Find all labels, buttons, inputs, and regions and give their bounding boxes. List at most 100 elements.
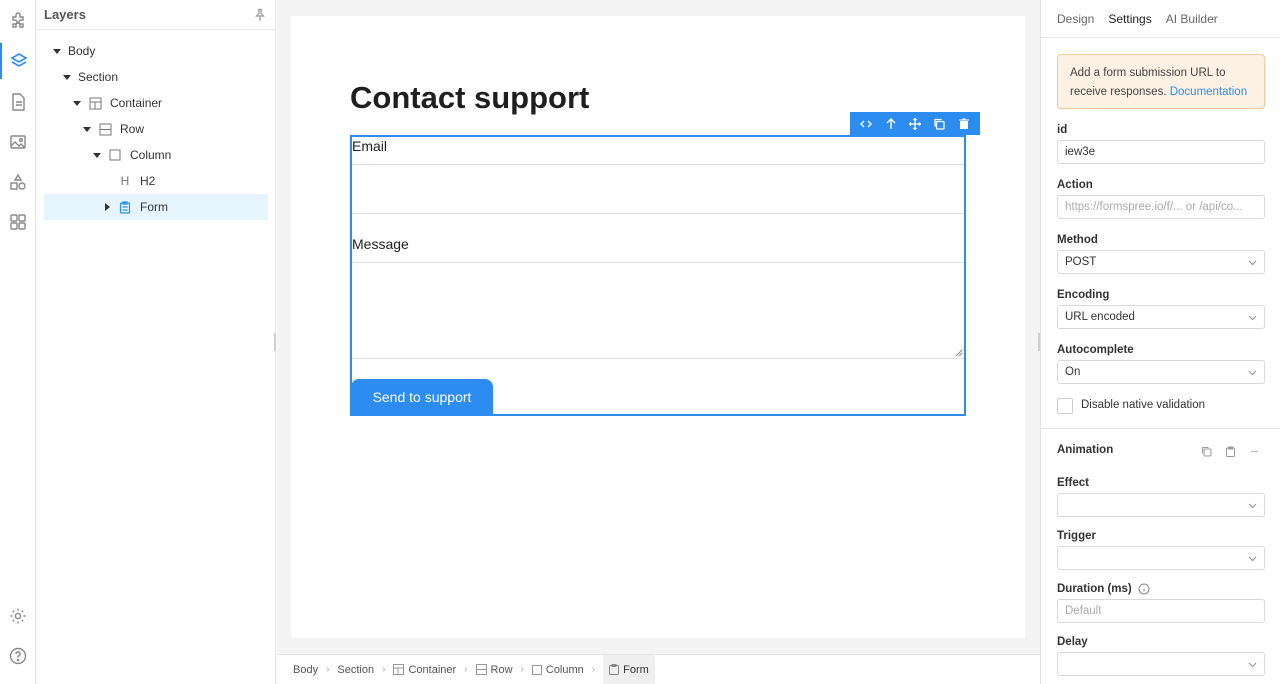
delay-label: Delay <box>1057 636 1088 648</box>
chevron-down-icon <box>1248 662 1257 667</box>
disable-validation-label: Disable native validation <box>1081 399 1206 411</box>
layers-title: Layers <box>44 7 86 22</box>
container-icon <box>88 96 102 110</box>
tab-ai-builder[interactable]: AI Builder <box>1166 12 1218 26</box>
tab-settings[interactable]: Settings <box>1108 12 1151 26</box>
message-textarea[interactable] <box>352 262 964 359</box>
selected-form[interactable]: Email Message Send to support <box>350 135 966 416</box>
chevron-right-icon: › <box>382 664 386 675</box>
trigger-select[interactable] <box>1057 546 1265 570</box>
action-input[interactable]: https://formspree.io/f/... or /api/co... <box>1057 195 1265 219</box>
help-button[interactable] <box>0 638 36 674</box>
layer-label: Container <box>110 96 163 110</box>
form-icon <box>609 664 620 675</box>
chevron-right-icon: › <box>520 664 524 675</box>
id-input[interactable]: iew3e <box>1057 140 1265 164</box>
container-icon <box>393 664 405 675</box>
breadcrumb-form-label: Form <box>623 663 649 676</box>
caret-down-icon[interactable] <box>92 150 102 160</box>
move-icon[interactable] <box>907 116 923 132</box>
settings-panel: Design Settings AI Builder Add a form su… <box>1040 0 1280 684</box>
animation-title: Animation <box>1057 444 1114 456</box>
id-label: id <box>1057 124 1068 136</box>
autocomplete-value: On <box>1065 366 1081 378</box>
duration-placeholder: Default <box>1065 605 1102 617</box>
gear-icon <box>10 608 26 624</box>
autocomplete-select[interactable]: On <box>1057 360 1265 384</box>
effect-label: Effect <box>1057 477 1089 489</box>
caret-down-icon[interactable] <box>72 98 82 108</box>
documentation-link[interactable]: Documentation <box>1170 86 1247 98</box>
chevron-right-icon: › <box>326 664 330 675</box>
pages-button[interactable] <box>0 84 36 120</box>
code-icon[interactable] <box>858 116 874 132</box>
paste-icon[interactable] <box>1223 444 1237 458</box>
breadcrumb-body[interactable]: Body <box>293 655 318 684</box>
method-select[interactable]: POST <box>1057 250 1265 274</box>
autocomplete-label: Autocomplete <box>1057 344 1134 356</box>
breadcrumb-form[interactable]: Form <box>603 654 655 684</box>
copy-icon[interactable] <box>931 116 947 132</box>
chevron-down-icon <box>1248 503 1257 508</box>
arrow-up-icon[interactable] <box>883 116 899 132</box>
action-label: Action <box>1057 179 1093 191</box>
caret-down-icon[interactable] <box>82 124 92 134</box>
puzzle-icon <box>12 12 24 28</box>
column-icon <box>531 664 542 675</box>
settings-button[interactable] <box>0 598 36 634</box>
blocks-button[interactable] <box>0 204 36 240</box>
remove-icon[interactable] <box>1247 444 1261 458</box>
chevron-down-icon <box>1248 556 1257 561</box>
layers-panel: Layers Body Section Container Row Column… <box>36 0 276 684</box>
breadcrumb-column[interactable]: Column <box>546 655 584 684</box>
heading-icon: H <box>120 174 130 188</box>
layer-h2[interactable]: H H2 <box>44 168 268 194</box>
trash-icon[interactable] <box>956 116 972 132</box>
shapes-button[interactable] <box>0 164 36 200</box>
layer-section[interactable]: Section <box>44 64 268 90</box>
encoding-label: Encoding <box>1057 289 1110 301</box>
plugins-button[interactable] <box>0 4 36 40</box>
page-heading[interactable]: Contact support <box>350 80 589 116</box>
email-label: Email <box>352 138 388 154</box>
effect-select[interactable] <box>1057 493 1265 517</box>
id-value: iew3e <box>1065 146 1096 158</box>
grid-icon <box>10 214 26 230</box>
duration-input[interactable]: Default <box>1057 599 1265 623</box>
column-icon <box>108 148 122 162</box>
layer-column[interactable]: Column <box>44 142 268 168</box>
copy-icon[interactable] <box>1199 444 1213 458</box>
caret-right-icon[interactable] <box>102 202 112 212</box>
animation-actions <box>1199 444 1261 458</box>
submission-url-notice: Add a form submission URL to receive res… <box>1057 54 1265 109</box>
email-field[interactable] <box>352 164 964 214</box>
layers-resize-handle[interactable] <box>274 333 276 351</box>
image-icon <box>10 135 26 149</box>
action-placeholder: https://formspree.io/f/... or /api/co... <box>1065 201 1243 213</box>
breadcrumb: Body › Section › Container › Row › Colum… <box>277 654 1040 684</box>
layers-button[interactable] <box>0 43 36 79</box>
encoding-select[interactable]: URL encoded <box>1057 305 1265 329</box>
pin-icon[interactable] <box>253 8 267 22</box>
breadcrumb-row[interactable]: Row <box>491 655 513 684</box>
send-to-support-button[interactable]: Send to support <box>351 379 493 415</box>
layer-container[interactable]: Container <box>44 90 268 116</box>
breadcrumb-container[interactable]: Container <box>408 655 456 684</box>
duration-label-row: Duration (ms) <box>1057 583 1150 595</box>
info-icon[interactable] <box>1138 583 1150 595</box>
resize-grip-icon[interactable] <box>955 349 963 357</box>
row-icon <box>475 664 487 675</box>
layer-body[interactable]: Body <box>44 38 268 64</box>
icon-rail <box>0 0 36 684</box>
breadcrumb-section[interactable]: Section <box>337 655 374 684</box>
chevron-down-icon <box>1248 260 1257 265</box>
layer-label: Form <box>140 200 168 214</box>
delay-select[interactable] <box>1057 652 1265 676</box>
layer-row[interactable]: Row <box>44 116 268 142</box>
layer-form[interactable]: Form <box>44 194 268 220</box>
caret-down-icon[interactable] <box>62 72 72 82</box>
media-button[interactable] <box>0 124 36 160</box>
caret-down-icon[interactable] <box>52 46 62 56</box>
disable-validation-checkbox[interactable] <box>1057 398 1073 414</box>
tab-design[interactable]: Design <box>1057 12 1094 26</box>
